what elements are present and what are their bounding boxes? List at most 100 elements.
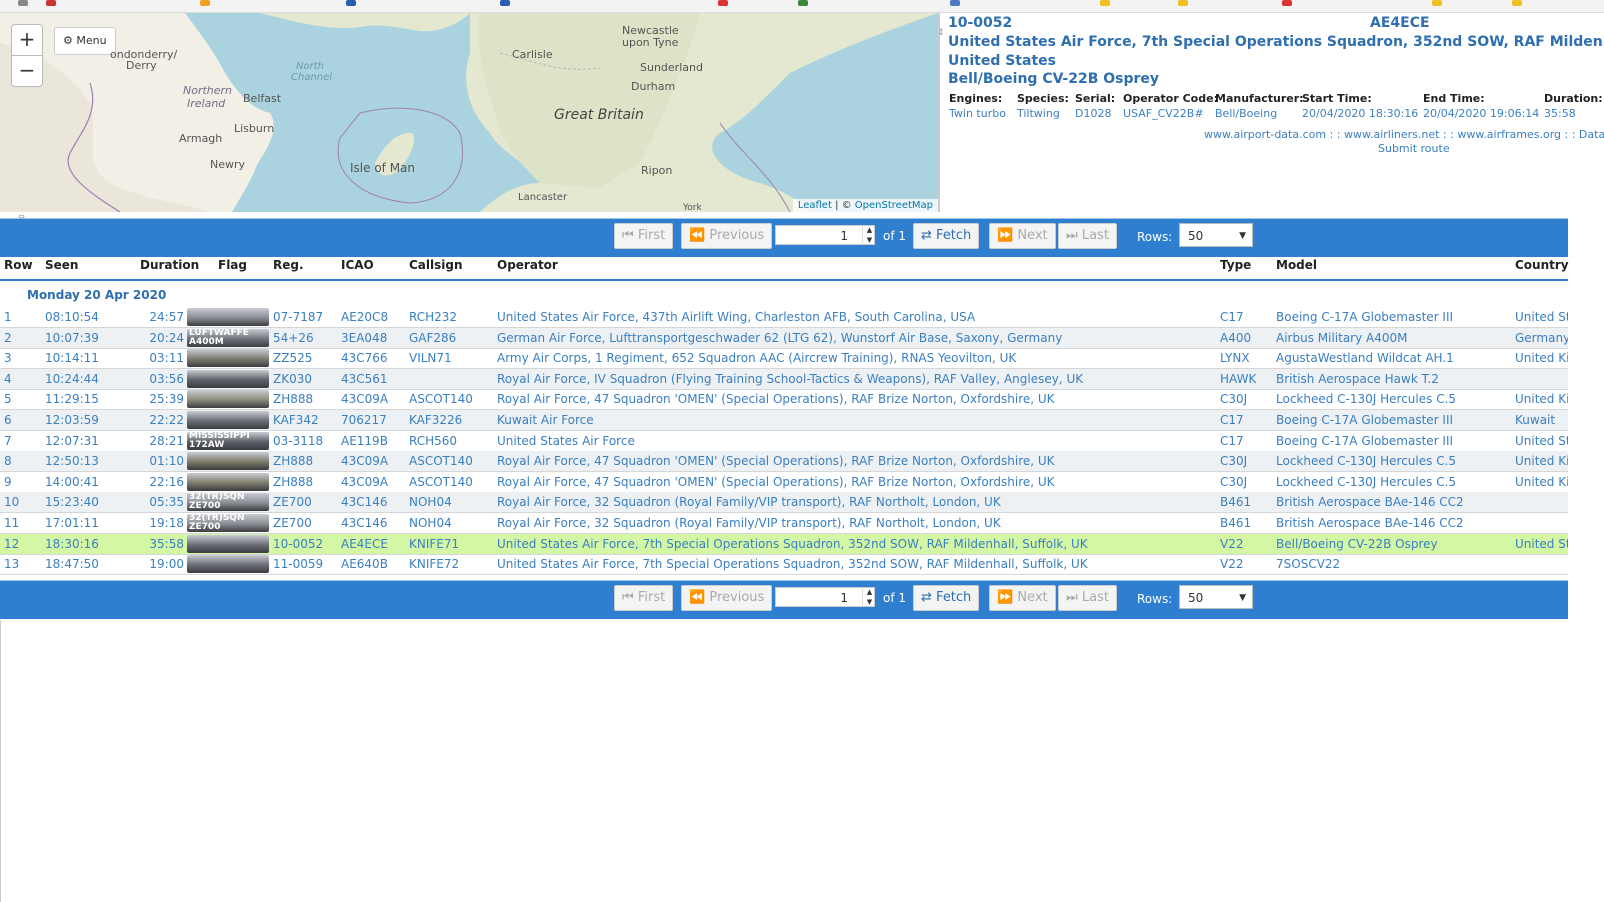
panel-splitter-handle[interactable]: ⇕ [937,28,945,38]
zoom-out-button[interactable]: − [11,55,43,87]
col-operator[interactable]: Operator [497,258,558,272]
table-row[interactable]: 9 14:00:41 22:16 ZH888 43C09A ASCOT140 Royal A… [0,472,1568,493]
map-place-label: Durham [631,80,676,93]
map-view[interactable]: + − ⚙ Menu Newcastle upon Tyne Carlisle … [0,13,940,212]
info-hex: AE4ECE [1370,15,1430,31]
col-reg[interactable]: Reg. [273,258,304,272]
page-number-input[interactable]: 1 [775,225,875,245]
last-page-button[interactable]: ⏭ Last [1058,585,1117,611]
cell-type: V22 [1220,536,1244,551]
col-duration[interactable]: Duration [140,258,199,272]
page-number-input[interactable]: 1 [775,587,875,607]
table-row[interactable]: 8 12:50:13 01:10 ZH888 43C09A ASCOT140 Royal A… [0,451,1568,473]
col-flag[interactable]: Flag [218,258,247,272]
table-row[interactable]: 13 18:47:50 19:00 11-0059 AE640B KNIFE72 Unite… [0,554,1568,576]
cell-duration: 22:22 [149,413,184,427]
fetch-button[interactable]: ⇄ Fetch [913,585,980,611]
info-country: United States [948,53,1056,69]
fetch-button[interactable]: ⇄ Fetch [913,223,980,249]
bookmark-icon[interactable] [500,0,510,6]
aircraft-flag-image [187,452,269,471]
first-page-button[interactable]: ⏮ First [614,223,674,249]
external-links[interactable]: www.airport-data.com : : www.airliners.n… [1204,128,1604,141]
cell-type: A400 [1220,330,1252,345]
cell-row: 12 [4,536,20,551]
rows-select[interactable]: 50 ▼ [1179,585,1253,609]
table-row[interactable]: 10 15:23:40 05:35 ZE700 43C146 NOH04 Royal Air… [0,492,1568,514]
table-row[interactable]: 1 08:10:54 24:57 07-7187 AE20C8 RCH232 United … [0,307,1568,328]
bookmark-icon[interactable] [950,0,960,6]
cell-row: 7 [4,433,12,448]
table-row[interactable]: 11 17:01:11 19:18 ZE700 43C146 NOH04 Royal Air… [0,513,1568,534]
cell-model: AgustaWestland Wildcat AH.1 [1276,351,1454,366]
cell-seen: 18:30:16 [45,536,99,551]
aircraft-flag-image [187,308,269,326]
bookmark-icon[interactable] [798,0,808,6]
col-country[interactable]: Country [1515,258,1569,272]
first-page-button[interactable]: ⏮ First [614,585,674,611]
cell-reg: 10-0052 [273,536,324,551]
col-seen[interactable]: Seen [45,258,78,272]
cell-seen: 12:07:31 [45,433,99,448]
bookmark-icon[interactable] [46,0,56,6]
table-header: Row Seen Duration Flag Reg. ICAO Callsig… [0,258,1569,281]
cell-row: 13 [4,557,20,572]
chevron-down-icon: ▼ [1239,231,1246,241]
table-row[interactable]: 12 18:30:16 35:58 10-0052 AE4ECE KNIFE71 Unite… [0,533,1568,555]
map-menu-button[interactable]: ⚙ Menu [54,27,116,55]
cell-type: HAWK [1220,371,1257,386]
zoom-in-button[interactable]: + [11,24,43,56]
cell-operator: United States Air Force [497,433,635,448]
bookmark-icon[interactable] [18,0,28,6]
bookmark-icon[interactable] [1100,0,1110,6]
table-row[interactable]: 5 11:29:15 25:39 ZH888 43C09A ASCOT140 Royal A… [0,389,1568,411]
last-page-button[interactable]: ⏭ Last [1058,223,1117,249]
table-row[interactable]: 7 12:07:31 28:21 03-3118 AE119B RCH560 United … [0,431,1568,452]
cell-operator: Army Air Corps, 1 Regiment, 652 Squadron… [497,351,1017,366]
cell-operator: Royal Air Force, 32 Squadron (Royal Fami… [497,516,1001,530]
previous-page-button[interactable]: ⏪ Previous [681,223,773,249]
page-stepper[interactable]: ▲ ▼ [862,225,876,245]
cell-row: 5 [4,392,12,407]
rows-select[interactable]: 50 ▼ [1179,223,1253,247]
cell-row: 6 [4,413,12,427]
col-type[interactable]: Type [1220,258,1251,272]
cell-seen: 12:03:59 [45,413,99,427]
chevron-down-icon: ▼ [1239,593,1246,603]
info-field-engines: Engines: Twin turbo [949,92,1006,120]
table-row[interactable]: 6 12:03:59 22:22 KAF342 706217 KAF3226 Kuwait … [0,410,1568,431]
next-page-button[interactable]: ⏩ Next [989,585,1056,611]
cell-country: United States [1515,536,1568,551]
cell-operator: Kuwait Air Force [497,413,594,427]
bookmark-icon[interactable] [1432,0,1442,6]
col-icao[interactable]: ICAO [341,258,374,272]
next-page-button[interactable]: ⏩ Next [989,223,1056,249]
map-sea-label: North [296,61,324,72]
bookmark-icon[interactable] [200,0,210,6]
table-row[interactable]: 2 10:07:39 20:24 54+26 3EA048 GAF286 German Ai… [0,327,1568,349]
leaflet-link[interactable]: Leaflet [798,200,832,211]
bookmark-icon[interactable] [718,0,728,6]
previous-page-button[interactable]: ⏪ Previous [681,585,773,611]
col-callsign[interactable]: Callsign [409,258,463,272]
cell-country: United Kingdom [1515,454,1568,469]
cell-reg: ZH888 [273,454,314,469]
submit-route-link[interactable]: Submit route [1378,142,1450,155]
openstreetmap-link[interactable]: OpenStreetMap [855,200,933,211]
col-model[interactable]: Model [1276,258,1317,272]
table-row[interactable]: 3 10:14:11 03:11 ZZ525 43C766 VILN71 Army Air … [0,348,1568,370]
col-row[interactable]: Row [4,258,33,272]
bookmark-icon[interactable] [1512,0,1522,6]
cell-country: Kuwait [1515,413,1556,427]
page-stepper[interactable]: ▲ ▼ [862,587,876,607]
bookmark-icon[interactable] [1282,0,1292,6]
aircraft-flag-image [187,534,269,553]
bookmark-icon[interactable] [346,0,356,6]
cell-seen: 14:00:41 [45,474,99,489]
bookmark-icon[interactable] [1178,0,1188,6]
cell-model: British Aerospace BAe-146 CC2 [1276,495,1464,510]
table-row[interactable]: 4 10:24:44 03:56 ZK030 43C561 Royal Air Force… [0,368,1568,390]
cell-duration: 22:16 [149,474,184,489]
cell-icao: 3EA048 [341,330,388,345]
map-place-label: Ripon [641,164,673,177]
